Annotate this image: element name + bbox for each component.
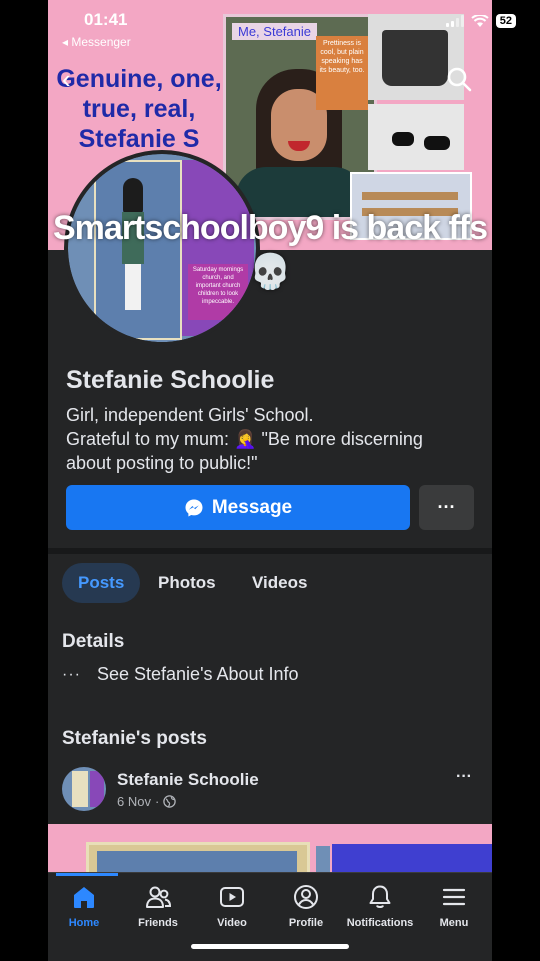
search-icon[interactable] bbox=[446, 66, 472, 92]
bell-icon bbox=[369, 885, 391, 908]
home-indicator[interactable] bbox=[191, 944, 349, 949]
tab-photos[interactable]: Photos bbox=[142, 563, 232, 603]
posts-heading: Stefanie's posts bbox=[62, 728, 207, 749]
friends-icon bbox=[146, 886, 172, 908]
active-tab-indicator bbox=[56, 873, 118, 876]
nav-label: Friends bbox=[138, 917, 178, 929]
message-button-label: Message bbox=[211, 496, 293, 518]
status-icons: 52 bbox=[445, 14, 516, 28]
home-icon bbox=[74, 887, 94, 908]
video-icon bbox=[220, 887, 244, 907]
post-image[interactable] bbox=[48, 824, 492, 874]
profile-icon bbox=[294, 885, 318, 909]
battery-icon: 52 bbox=[495, 14, 516, 28]
profile-bio: Girl, independent Girls' School. Gratefu… bbox=[66, 403, 476, 475]
nav-menu[interactable]: Menu bbox=[414, 883, 494, 929]
nav-friends[interactable]: Friends bbox=[118, 883, 198, 929]
cover-photo-tag: Me, Stefanie bbox=[232, 23, 317, 40]
nav-label: Home bbox=[68, 917, 100, 929]
messenger-icon bbox=[185, 499, 203, 516]
nav-label: Menu bbox=[439, 917, 469, 929]
post-more-button[interactable]: ··· bbox=[456, 768, 472, 786]
nav-label: Notifications bbox=[346, 917, 414, 929]
post-author-avatar[interactable] bbox=[62, 767, 106, 811]
profile-name: Stefanie Schoolie bbox=[66, 366, 275, 394]
bio-line: Grateful to my mum: 🤦‍♀️ "Be more discer… bbox=[66, 429, 423, 449]
more-dots-icon: ··· bbox=[62, 665, 81, 683]
more-options-button[interactable]: ··· bbox=[419, 485, 474, 530]
message-button[interactable]: Message bbox=[66, 485, 410, 530]
back-to-messenger[interactable]: ◂ Messenger bbox=[62, 35, 131, 49]
nav-home[interactable]: Home bbox=[44, 883, 124, 929]
wifi-icon bbox=[471, 15, 489, 27]
nav-profile[interactable]: Profile bbox=[266, 883, 346, 929]
post-date: 6 Nov bbox=[117, 794, 151, 809]
nav-label: Video bbox=[217, 917, 247, 929]
nav-label: Profile bbox=[288, 917, 324, 929]
video-overlay-caption: Smartschoolboy9 is back ffs 💀 bbox=[52, 209, 488, 291]
cover-text: Genuine, one, true, real, Stefanie S bbox=[56, 65, 222, 153]
back-chevron-icon[interactable]: ‹ bbox=[62, 64, 71, 95]
about-info-link[interactable]: ··· See Stefanie's About Info bbox=[62, 664, 299, 685]
details-heading: Details bbox=[62, 631, 125, 652]
cover-shoes-image bbox=[368, 104, 464, 170]
post-meta-separator: · bbox=[154, 794, 160, 809]
bio-line: Girl, independent Girls' School. bbox=[66, 405, 314, 425]
post-author-name[interactable]: Stefanie Schoolie bbox=[117, 770, 259, 790]
tab-posts[interactable]: Posts bbox=[62, 563, 141, 603]
nav-video[interactable]: Video bbox=[192, 883, 272, 929]
tab-videos[interactable]: Videos bbox=[236, 563, 323, 603]
post-meta: 6 Nov · bbox=[117, 794, 177, 809]
section-divider bbox=[48, 548, 492, 554]
nav-notifications[interactable]: Notifications bbox=[340, 883, 420, 929]
cover-note: Prettiness is cool, but plain speaking h… bbox=[316, 36, 368, 110]
menu-icon bbox=[442, 888, 466, 906]
about-info-label: See Stefanie's About Info bbox=[96, 664, 299, 684]
status-time: 01:41 bbox=[84, 10, 128, 29]
bio-line: about posting to public!" bbox=[66, 453, 258, 473]
globe-icon bbox=[163, 795, 177, 808]
signal-icon bbox=[445, 15, 464, 27]
